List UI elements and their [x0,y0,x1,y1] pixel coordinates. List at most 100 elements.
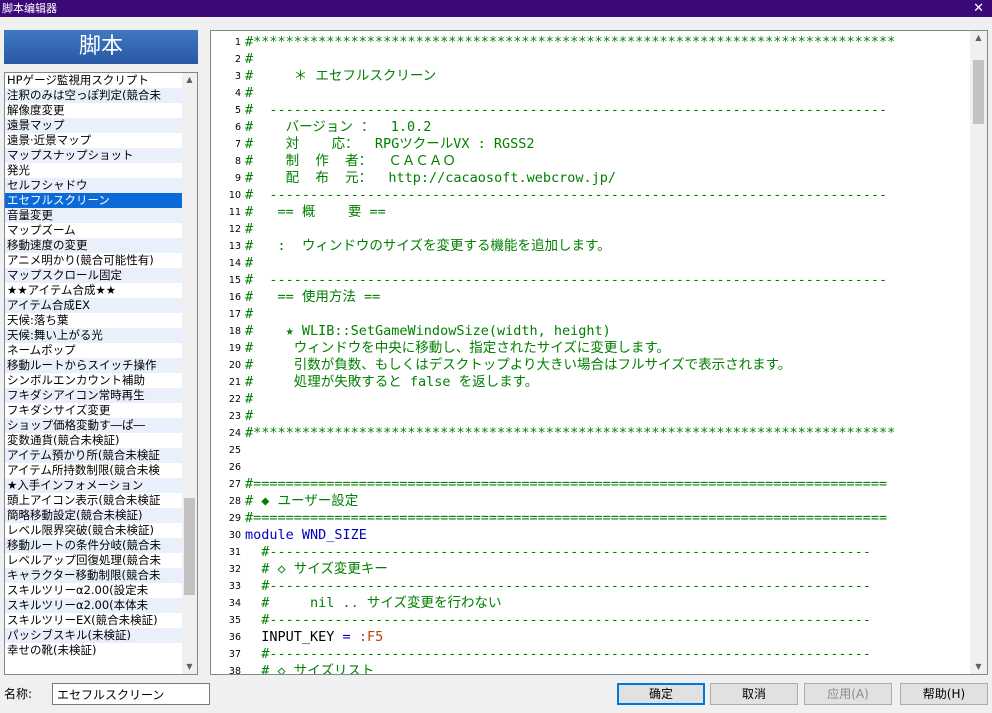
list-item[interactable]: HPゲージ監視用スクリプト [5,73,183,88]
code-line: # 配 布 元： http://cacaosoft.webcrow.jp/ [245,170,616,186]
line-number: 22 [228,394,241,405]
list-item[interactable]: アイテム所持数制限(競合未検 [5,463,183,478]
scroll-up-arrow-icon[interactable]: ▲ [182,73,197,87]
line-number: 28 [228,496,241,507]
code-line: # nil .. サイズ変更を行わない [245,595,502,611]
list-item[interactable]: マップスクロール固定 [5,268,183,283]
line-number: 8 [234,156,241,167]
code-line: # [245,255,254,271]
code-line: # [245,51,254,67]
title-bar: 脚本编辑器 ✕ [0,0,992,17]
list-item[interactable]: 解像度変更 [5,103,183,118]
list-item[interactable]: セルフシャドウ [5,178,183,193]
list-item[interactable]: スキルツリーα2.00(設定未 [5,583,183,598]
apply-button[interactable]: 应用(A) [804,683,892,705]
close-icon[interactable]: ✕ [973,0,984,17]
line-number: 5 [234,105,241,116]
list-item[interactable]: 注釈のみは空っぽ判定(競合未 [5,88,183,103]
ok-button[interactable]: 确定 [617,683,705,705]
line-number: 34 [228,598,241,609]
help-button[interactable]: 帮助(H) [900,683,988,705]
list-item[interactable]: アニメ明かり(競合可能性有) [5,253,183,268]
code-line: # バージョン ： 1.0.2 [245,119,432,135]
code-line: # 処理が失敗すると false を返します。 [245,374,539,390]
list-item[interactable]: マップズーム [5,223,183,238]
code-editor[interactable]: 1 2 3 4 5 6 7 8 9 10 11 12 13 14 15 16 17 18 19 20 21 22 23 24 2… [210,30,988,675]
list-item[interactable]: 天候:落ち葉 [5,313,183,328]
line-number: 26 [228,462,241,473]
scrollbar-thumb[interactable] [184,498,195,595]
code-line: #***************************************… [245,425,896,441]
list-item[interactable]: 移動ルートからスイッチ操作 [5,358,183,373]
line-number: 21 [228,377,241,388]
scroll-down-arrow-icon[interactable]: ▼ [182,660,197,674]
code-line: # [245,408,254,424]
code-area[interactable]: #***************************************… [245,31,967,674]
line-number: 2 [234,54,241,65]
list-item[interactable]: パッシブスキル(未検証) [5,628,183,643]
list-item[interactable]: 遠景·近景マップ [5,133,183,148]
list-item[interactable]: アイテム合成EX [5,298,183,313]
line-number: 14 [228,258,241,269]
scrollbar-thumb[interactable] [973,60,984,124]
code-line: # 引数が負数、もしくはデスクトップより大きい場合はフルサイズで表示されます。 [245,357,792,373]
code-line: #---------------------------------------… [245,612,871,628]
scroll-up-arrow-icon[interactable]: ▲ [970,31,987,45]
line-number: 30 [228,530,241,541]
list-item[interactable]: レベルアップ回復処理(競合未 [5,553,183,568]
list-item[interactable]: アイテム預かり所(競合未検証 [5,448,183,463]
list-item[interactable]: キャラクター移動制限(競合未 [5,568,183,583]
line-number: 25 [228,445,241,456]
code-line: #---------------------------------------… [245,578,871,594]
code-line: # 制 作 者： ＣＡＣＡＯ [245,153,456,169]
list-item[interactable]: 頭上アイコン表示(競合未検証 [5,493,183,508]
editor-scrollbar[interactable]: ▲ ▼ [970,31,987,674]
list-item[interactable]: エセフルスクリーン [5,193,183,208]
code-line: module WND_SIZE [245,527,367,543]
list-item[interactable]: 簡略移動設定(競合未検証) [5,508,183,523]
list-item[interactable]: 幸せの靴(未検証) [5,643,183,658]
list-item[interactable]: マップスナップショット [5,148,183,163]
operator-token: = [342,629,359,645]
code-line: #***************************************… [245,34,896,50]
line-number: 4 [234,88,241,99]
list-item[interactable]: フキダシアイコン常時再生 [5,388,183,403]
list-item[interactable]: 移動ルートの条件分岐(競合未 [5,538,183,553]
list-item[interactable]: 発光 [5,163,183,178]
cancel-button[interactable]: 取消 [710,683,798,705]
list-item[interactable]: フキダシサイズ変更 [5,403,183,418]
line-number: 17 [228,309,241,320]
line-number: 3 [234,71,241,82]
list-item[interactable]: 天候:舞い上がる光 [5,328,183,343]
list-item[interactable]: 移動速度の変更 [5,238,183,253]
code-line: # [245,306,254,322]
script-name-input[interactable] [52,683,210,705]
code-line: # [245,221,254,237]
line-number: 37 [228,649,241,660]
line-number: 29 [228,513,241,524]
list-item[interactable]: 変数通貨(競合未検証) [5,433,183,448]
code-line: # --------------------------------------… [245,187,888,203]
line-number: 1 [234,37,241,48]
line-number: 18 [228,326,241,337]
code-line: # == 概 要 == [245,204,386,220]
scroll-down-arrow-icon[interactable]: ▼ [970,660,987,674]
list-item[interactable]: 音量変更 [5,208,183,223]
list-item[interactable]: レベル限界突破(競合未検証) [5,523,183,538]
script-list[interactable]: HPゲージ監視用スクリプト 注釈のみは空っぽ判定(競合未 解像度変更 遠景マップ 遠景·… [4,72,198,675]
list-item[interactable]: ネームポップ [5,343,183,358]
list-item[interactable]: スキルツリーα2.00(本体未 [5,598,183,613]
script-list-header: 脚本 [4,30,198,64]
list-item[interactable]: ★入手インフォメーション [5,478,183,493]
list-item[interactable]: スキルツリーEX(競合未検証) [5,613,183,628]
script-editor-window: 脚本编辑器 ✕ 脚本 HPゲージ監視用スクリプト 注釈のみは空っぽ判定(競合未 解像… [0,0,992,713]
script-list-scrollbar[interactable]: ▲ ▼ [182,73,197,674]
list-item[interactable]: 遠景マップ [5,118,183,133]
code-line: # ◆ ユーザー設定 [245,493,359,509]
list-item[interactable]: ショップ価格変動す―ぱ― [5,418,183,433]
line-number: 7 [234,139,241,150]
code-line: # ＊ エセフルスクリーン [245,68,437,84]
list-item[interactable]: ★★アイテム合成★★ [5,283,183,298]
list-item[interactable]: シンボルエンカウント補助 [5,373,183,388]
line-number: 33 [228,581,241,592]
